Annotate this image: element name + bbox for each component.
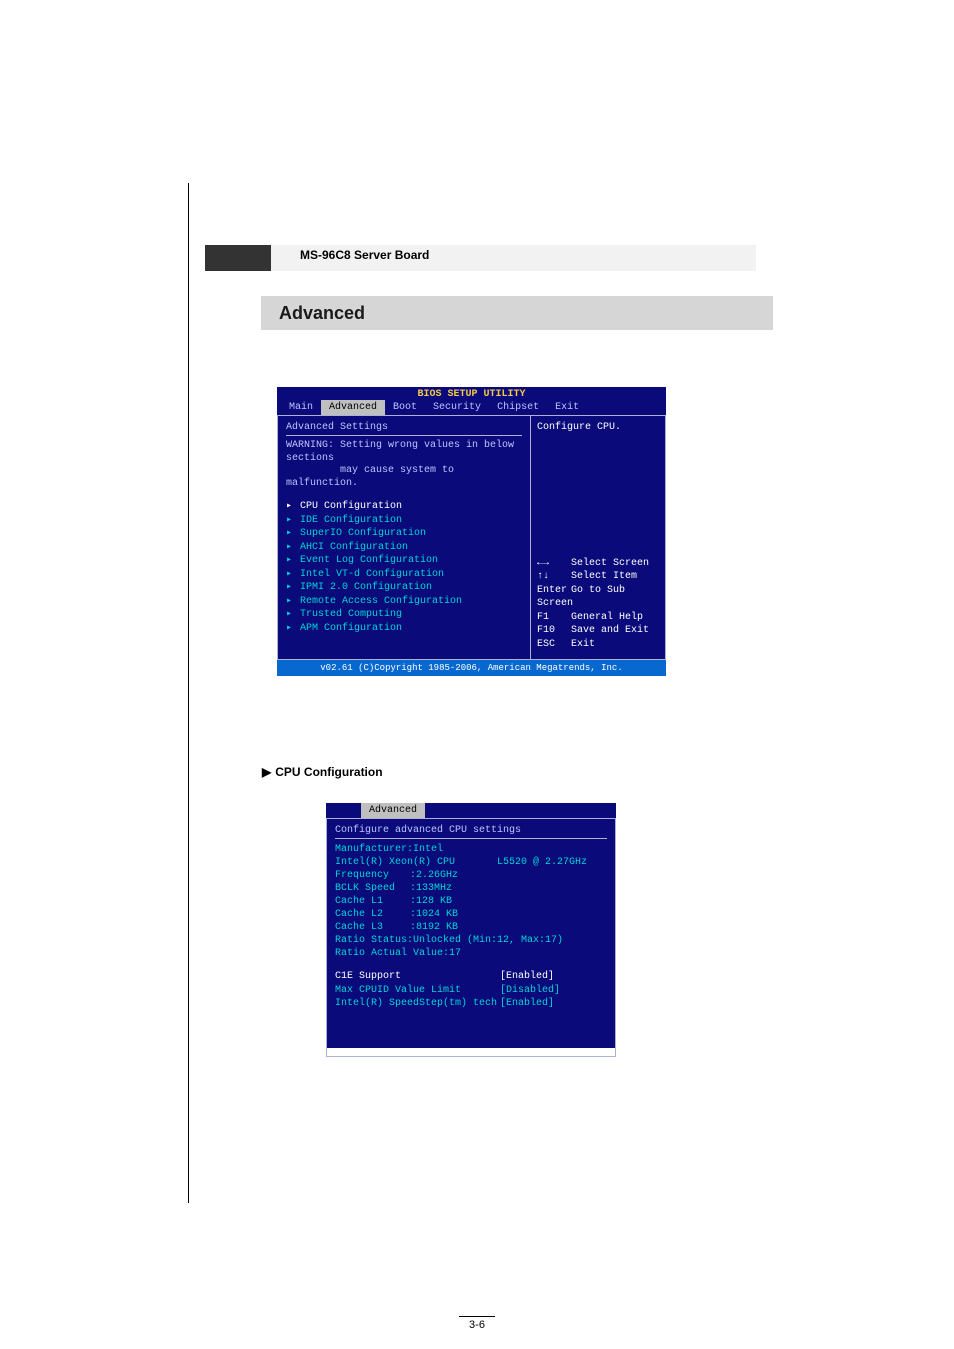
tab-chipset: Chipset (489, 400, 547, 415)
k: BCLK Speed (335, 882, 410, 895)
opt-value: [Enabled] (500, 970, 554, 984)
opt-value: [Enabled] (500, 997, 554, 1011)
opt-speedstep: Intel(R) SpeedStep(tm) tech[Enabled] (335, 997, 607, 1011)
menu-remote-access-configuration: ▸ Remote Access Configuration (286, 595, 522, 609)
tab-boot: Boot (385, 400, 425, 415)
bios-main-screenshot: BIOS SETUP UTILITY Main Advanced Boot Se… (277, 387, 666, 674)
k: Cache L1 (335, 895, 410, 908)
page: MS-96C8 Server Board Advanced BIOS SETUP… (0, 0, 954, 1349)
k: Frequency (335, 869, 410, 882)
ratio-status: Ratio Status:Unlocked (Min:12, Max:17) (335, 934, 607, 947)
opt-label: Intel(R) SpeedStep(tm) tech (335, 997, 500, 1011)
sub-bios-tabs: Advanced (326, 803, 616, 819)
cpu-model: L5520 @ 2.27GHz (497, 857, 587, 868)
bios-footer: v02.61 (C)Copyright 1985-2006, American … (277, 660, 666, 676)
menu-ide-configuration: ▸ IDE Configuration (286, 514, 522, 528)
l3-line: Cache L3:8192 KB (335, 921, 607, 934)
menu-apm-configuration: ▸ APM Configuration (286, 622, 522, 636)
menu-label: CPU Configuration (300, 501, 402, 512)
bios-body: Advanced Settings WARNING: Setting wrong… (277, 416, 666, 660)
v: :128 KB (410, 895, 452, 908)
cpu-config-text: CPU Configuration (275, 765, 382, 779)
opt-c1e-support: C1E Support[Enabled] (335, 970, 607, 984)
tab-exit: Exit (547, 400, 587, 415)
v: :2.26GHz (410, 869, 458, 882)
tab-security: Security (425, 400, 489, 415)
bios-title: BIOS SETUP UTILITY (277, 387, 666, 400)
menu-trusted-computing: ▸ Trusted Computing (286, 608, 522, 622)
frequency-line: Frequency:2.26GHz (335, 869, 607, 882)
ratio-actual: Ratio Actual Value:17 (335, 947, 607, 960)
nav-help: ←→Select Screen ↑↓Select Item EnterGo to… (537, 557, 661, 652)
menu-label: IDE Configuration (300, 515, 402, 526)
side-rule (188, 183, 189, 1203)
sub-bios-body: Configure advanced CPU settings Manufact… (326, 819, 616, 1057)
nav-action: General Help (571, 612, 643, 623)
k: Cache L2 (335, 908, 410, 921)
v: :133MHz (410, 882, 452, 895)
divider (286, 435, 522, 436)
sub-heading: Configure advanced CPU settings (335, 825, 607, 836)
menu-label: IPMI 2.0 Configuration (300, 582, 432, 593)
board-name: MS-96C8 Server Board (300, 248, 429, 262)
opt-label: C1E Support (335, 970, 500, 984)
menu-superio-configuration: ▸ SuperIO Configuration (286, 527, 522, 541)
warning-text: WARNING: Setting wrong values in below s… (286, 440, 522, 490)
divider (335, 838, 607, 839)
section-title: Advanced (279, 303, 365, 324)
menu-intel-vtd-configuration: ▸ Intel VT-d Configuration (286, 568, 522, 582)
menu-label: Trusted Computing (300, 609, 402, 620)
bios-tabs: Main Advanced Boot Security Chipset Exit (277, 400, 666, 416)
left-heading: Advanced Settings (286, 422, 522, 433)
menu-label: Event Log Configuration (300, 555, 438, 566)
triangle-icon: ▶ (262, 765, 271, 779)
bios-right-pane: Configure CPU. ←→Select Screen ↑↓Select … (530, 416, 666, 660)
manufacturer: Manufacturer:Intel (335, 843, 607, 856)
v: :8192 KB (410, 921, 458, 934)
menu-cpu-configuration: ▸ CPU Configuration (286, 500, 522, 514)
nav-key: F10 (537, 624, 571, 638)
sub-tab-advanced: Advanced (361, 803, 425, 818)
section-title-box: Advanced (261, 296, 773, 330)
warning-line1: WARNING: Setting wrong values in below s… (286, 440, 514, 464)
cpu-config-label: ▶ CPU Configuration (262, 765, 383, 779)
nav-key: F1 (537, 611, 571, 625)
cpu-name: Intel(R) Xeon(R) CPU (335, 857, 455, 868)
nav-key: Enter (537, 584, 571, 598)
page-number-rule (459, 1316, 495, 1317)
menu-label: AHCI Configuration (300, 542, 408, 553)
menu-event-log-configuration: ▸ Event Log Configuration (286, 554, 522, 568)
bios-cpu-screenshot: Advanced Configure advanced CPU settings… (326, 803, 616, 1048)
opt-label: Max CPUID Value Limit (335, 984, 500, 998)
nav-key: ←→ (537, 557, 571, 571)
menu-label: Remote Access Configuration (300, 596, 462, 607)
page-number: 3-6 (0, 1316, 954, 1331)
page-number-text: 3-6 (469, 1319, 485, 1331)
nav-action: Select Screen (571, 558, 649, 569)
nav-action: Select Item (571, 571, 637, 582)
tab-advanced: Advanced (321, 400, 385, 415)
nav-key: ESC (537, 638, 571, 652)
help-text: Configure CPU. (537, 422, 659, 433)
l1-line: Cache L1:128 KB (335, 895, 607, 908)
nav-key: ↑↓ (537, 570, 571, 584)
header-band (205, 245, 756, 271)
opt-max-cpuid: Max CPUID Value Limit[Disabled] (335, 984, 607, 998)
tab-main: Main (281, 400, 321, 415)
menu-ahci-configuration: ▸ AHCI Configuration (286, 541, 522, 555)
l2-line: Cache L2:1024 KB (335, 908, 607, 921)
bclk-line: BCLK Speed:133MHz (335, 882, 607, 895)
menu-ipmi-configuration: ▸ IPMI 2.0 Configuration (286, 581, 522, 595)
bios-left-pane: Advanced Settings WARNING: Setting wrong… (277, 416, 530, 660)
menu-label: SuperIO Configuration (300, 528, 426, 539)
warning-line2: may cause system to malfunction. (286, 465, 454, 489)
nav-action: Save and Exit (571, 625, 649, 636)
nav-action: Exit (571, 639, 595, 650)
opt-value: [Disabled] (500, 984, 560, 998)
k: Cache L3 (335, 921, 410, 934)
v: :1024 KB (410, 908, 458, 921)
menu-label: APM Configuration (300, 623, 402, 634)
cpu-name-line: Intel(R) Xeon(R) CPU L5520 @ 2.27GHz (335, 856, 607, 869)
menu-label: Intel VT-d Configuration (300, 569, 444, 580)
